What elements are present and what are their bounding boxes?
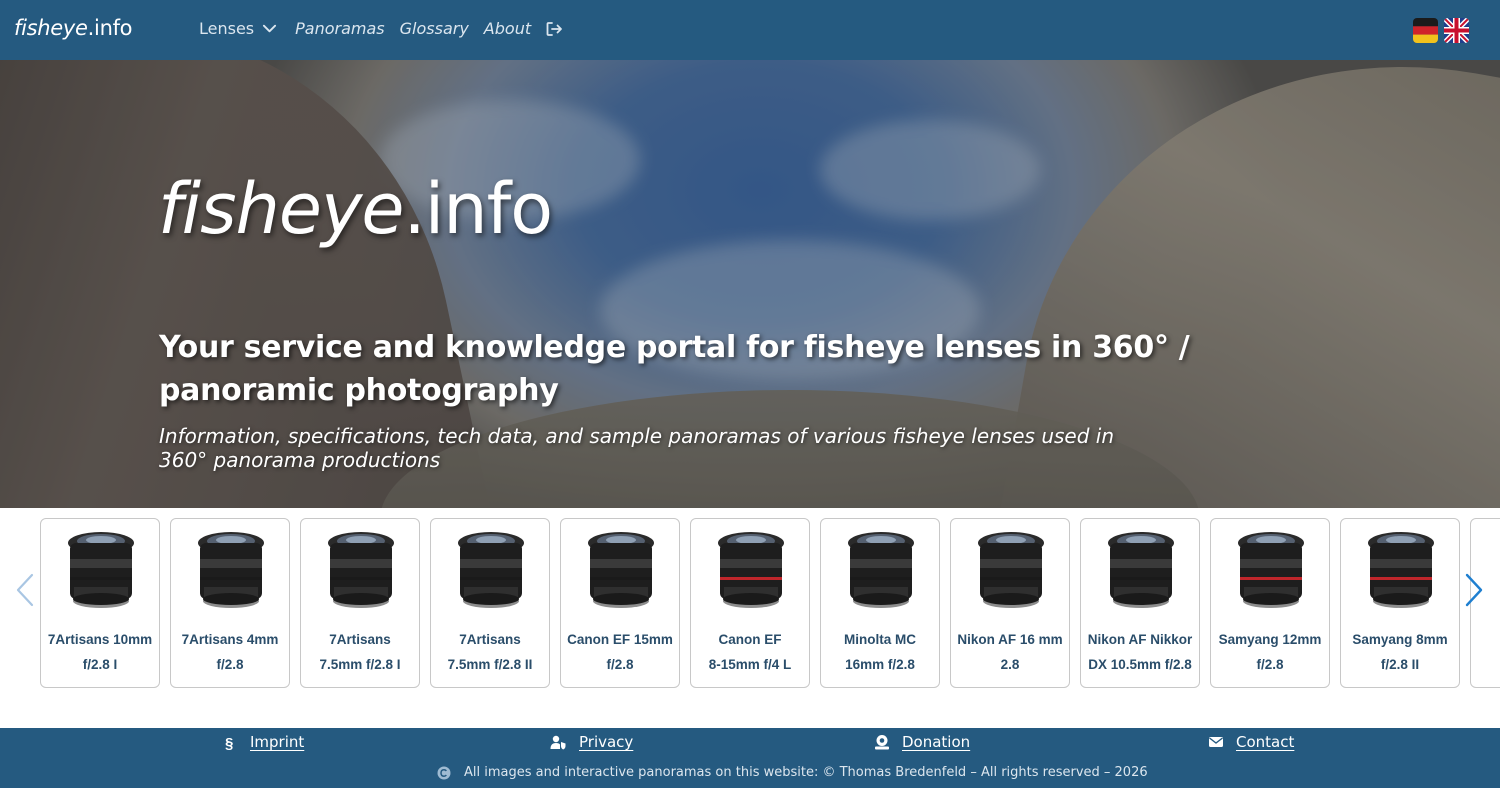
lens-card[interactable]: 7Artisans 7.5mm f/2.8 II	[430, 518, 550, 688]
svg-text:§: §	[225, 735, 233, 750]
lens-card-caption: Minolta MC 16mm f/2.8	[821, 627, 939, 677]
lens-card[interactable]: Canon EF 15mm f/2.8	[560, 518, 680, 688]
lens-card-caption: Nikon AF Nikkor DX 10.5mm f/2.8	[1081, 627, 1199, 677]
donation-icon	[875, 735, 889, 750]
lens-card[interactable]: Nikon AF Nikkor DX 10.5mm f/2.8	[1080, 518, 1200, 688]
lens-name-line1: Samyang 12mm	[1218, 632, 1322, 647]
brand-logo[interactable]: fisheye.info	[14, 16, 133, 40]
hero-subtitle: Your service and knowledge portal for fi…	[159, 330, 1190, 408]
lens-card[interactable]: Samyang 12mm f/2.8	[1210, 518, 1330, 688]
lens-card[interactable]: 7Artisans 4mm f/2.8	[170, 518, 290, 688]
footer-contact-label: Contact	[1236, 733, 1295, 751]
lens-name-line2: f/2.8	[606, 657, 634, 672]
nav-about[interactable]: About	[484, 19, 531, 38]
lens-image-icon	[198, 532, 264, 608]
lens-card[interactable]: Samyang 8mm f/2.8 II	[1340, 518, 1460, 688]
lens-name-line1: 7Artisans 4mm	[181, 632, 279, 647]
lens-name-line1: 7Artisans	[329, 632, 391, 647]
lens-carousel: 7Artisans 10mm f/2.8 I 7Artisans 4mm f/2.8 7…	[0, 508, 1500, 728]
language-switcher	[1413, 18, 1469, 43]
brand-italic: fisheye	[14, 16, 88, 40]
lens-image-icon	[848, 532, 914, 608]
lens-name-line2: f/2.8	[216, 657, 244, 672]
logout-icon[interactable]	[546, 21, 563, 37]
brand-suffix: .info	[87, 16, 133, 40]
hero-title-italic: fisheye	[158, 168, 404, 250]
lens-name-line1: Minolta MC	[844, 632, 916, 647]
user-shield-icon	[550, 735, 566, 750]
paragraph-icon: §	[225, 735, 233, 750]
footer-privacy-link[interactable]: Privacy	[549, 733, 633, 751]
nav-panoramas[interactable]: Panoramas	[295, 19, 385, 38]
footer-imprint-label: Imprint	[250, 733, 305, 751]
lens-name-line1: Canon EF	[718, 632, 782, 647]
lens-image-icon	[718, 532, 784, 608]
lens-card-caption: 7Artisans 4mm f/2.8	[171, 627, 289, 677]
lens-card[interactable]: 7Artisans 7.5mm f/2.8 I	[300, 518, 420, 688]
lens-image-icon	[1238, 532, 1304, 608]
nav-glossary[interactable]: Glossary	[400, 19, 469, 38]
hero-title-suffix: .info	[403, 168, 554, 250]
lens-name-line1: Nikon AF Nikkor	[1087, 632, 1193, 647]
flag-uk-icon[interactable]	[1444, 18, 1469, 43]
lens-name-line2: 8-15mm f/4 L	[708, 657, 792, 672]
lens-card-caption: 7Artisans 7.5mm f/2.8 I	[301, 627, 419, 677]
lens-image-icon	[328, 532, 394, 608]
lens-card-caption: Canon EF 8-15mm f/4 L	[691, 627, 809, 677]
lens-name-line2: 7.5mm f/2.8 II	[447, 657, 533, 672]
lens-image-icon	[1108, 532, 1174, 608]
copyright-line: All images and interactive panoramas on …	[437, 765, 1148, 780]
footer-donation-link[interactable]: Donation	[874, 733, 970, 751]
lens-name-line2: DX 10.5mm f/2.8	[1088, 657, 1192, 672]
footer-privacy-label: Privacy	[579, 733, 634, 751]
lens-card[interactable]: Nikon AF 16 mm 2.8	[950, 518, 1070, 688]
hero-title: fisheye.info	[158, 168, 554, 250]
carousel-next-arrow-icon[interactable]	[1463, 572, 1485, 608]
main-nav: Lenses Panoramas Glossary About	[199, 19, 563, 38]
lens-name-line1: 7Artisans 10mm	[47, 632, 153, 647]
footer-links: § Imprint Privacy Donation Contact	[0, 733, 1500, 755]
footer-donation-label: Donation	[902, 733, 971, 751]
lens-image-icon	[588, 532, 654, 608]
lens-card-caption: 7Artisans 7.5mm f/2.8 II	[431, 627, 549, 677]
hero-description: Information, specifications, tech data, …	[159, 424, 1115, 472]
lens-card-caption: Samyang 8mm f/2.8 II	[1341, 627, 1459, 677]
lens-name-line1: Samyang 8mm	[1352, 632, 1448, 647]
lens-card-caption: 7Artisans 10mm f/2.8 I	[41, 627, 159, 677]
footer-imprint-link[interactable]: § Imprint	[222, 733, 304, 751]
lens-name-line1: Nikon AF 16 mm	[957, 632, 1063, 647]
site-footer: § Imprint Privacy Donation Contact All i…	[0, 728, 1500, 788]
carousel-prev-arrow-icon[interactable]	[14, 572, 36, 608]
lens-name-line1: Canon EF 15mm	[567, 632, 673, 647]
lens-card[interactable]: 7Artisans 10mm f/2.8 I	[40, 518, 160, 688]
copyright-icon	[437, 766, 451, 779]
nav-lenses[interactable]: Lenses	[199, 19, 254, 38]
lens-card-caption: Samyang 12mm f/2.8	[1211, 627, 1329, 677]
lens-name-line2: 7.5mm f/2.8 I	[319, 657, 401, 672]
envelope-icon	[1209, 737, 1223, 747]
hero-banner: fisheye.info Your service and knowledge …	[0, 60, 1500, 508]
lens-name-line2: 2.8	[1000, 657, 1020, 672]
lens-card-caption: Canon EF 15mm f/2.8	[561, 627, 679, 677]
copyright-text: All images and interactive panoramas on …	[464, 765, 1148, 780]
lens-image-icon	[68, 532, 134, 608]
lens-image-icon	[1368, 532, 1434, 608]
top-navbar: fisheye.info Lenses Panoramas Glossary A…	[0, 0, 1500, 60]
lens-name-line1: 7Artisans	[459, 632, 521, 647]
lens-card[interactable]: Minolta MC 16mm f/2.8	[820, 518, 940, 688]
lens-name-line2: f/2.8	[1256, 657, 1284, 672]
footer-contact-link[interactable]: Contact	[1208, 733, 1294, 751]
lens-name-line2: f/2.8 I	[82, 657, 118, 672]
lens-image-icon	[458, 532, 524, 608]
lens-name-line2: 16mm f/2.8	[845, 657, 915, 672]
lens-image-icon	[978, 532, 1044, 608]
chevron-down-icon[interactable]	[262, 21, 277, 36]
lens-card-caption: Nikon AF 16 mm 2.8	[951, 627, 1069, 677]
lens-card[interactable]: Canon EF 8-15mm f/4 L	[690, 518, 810, 688]
lens-name-line2: f/2.8 II	[1380, 657, 1420, 672]
flag-de-icon[interactable]	[1413, 18, 1438, 43]
